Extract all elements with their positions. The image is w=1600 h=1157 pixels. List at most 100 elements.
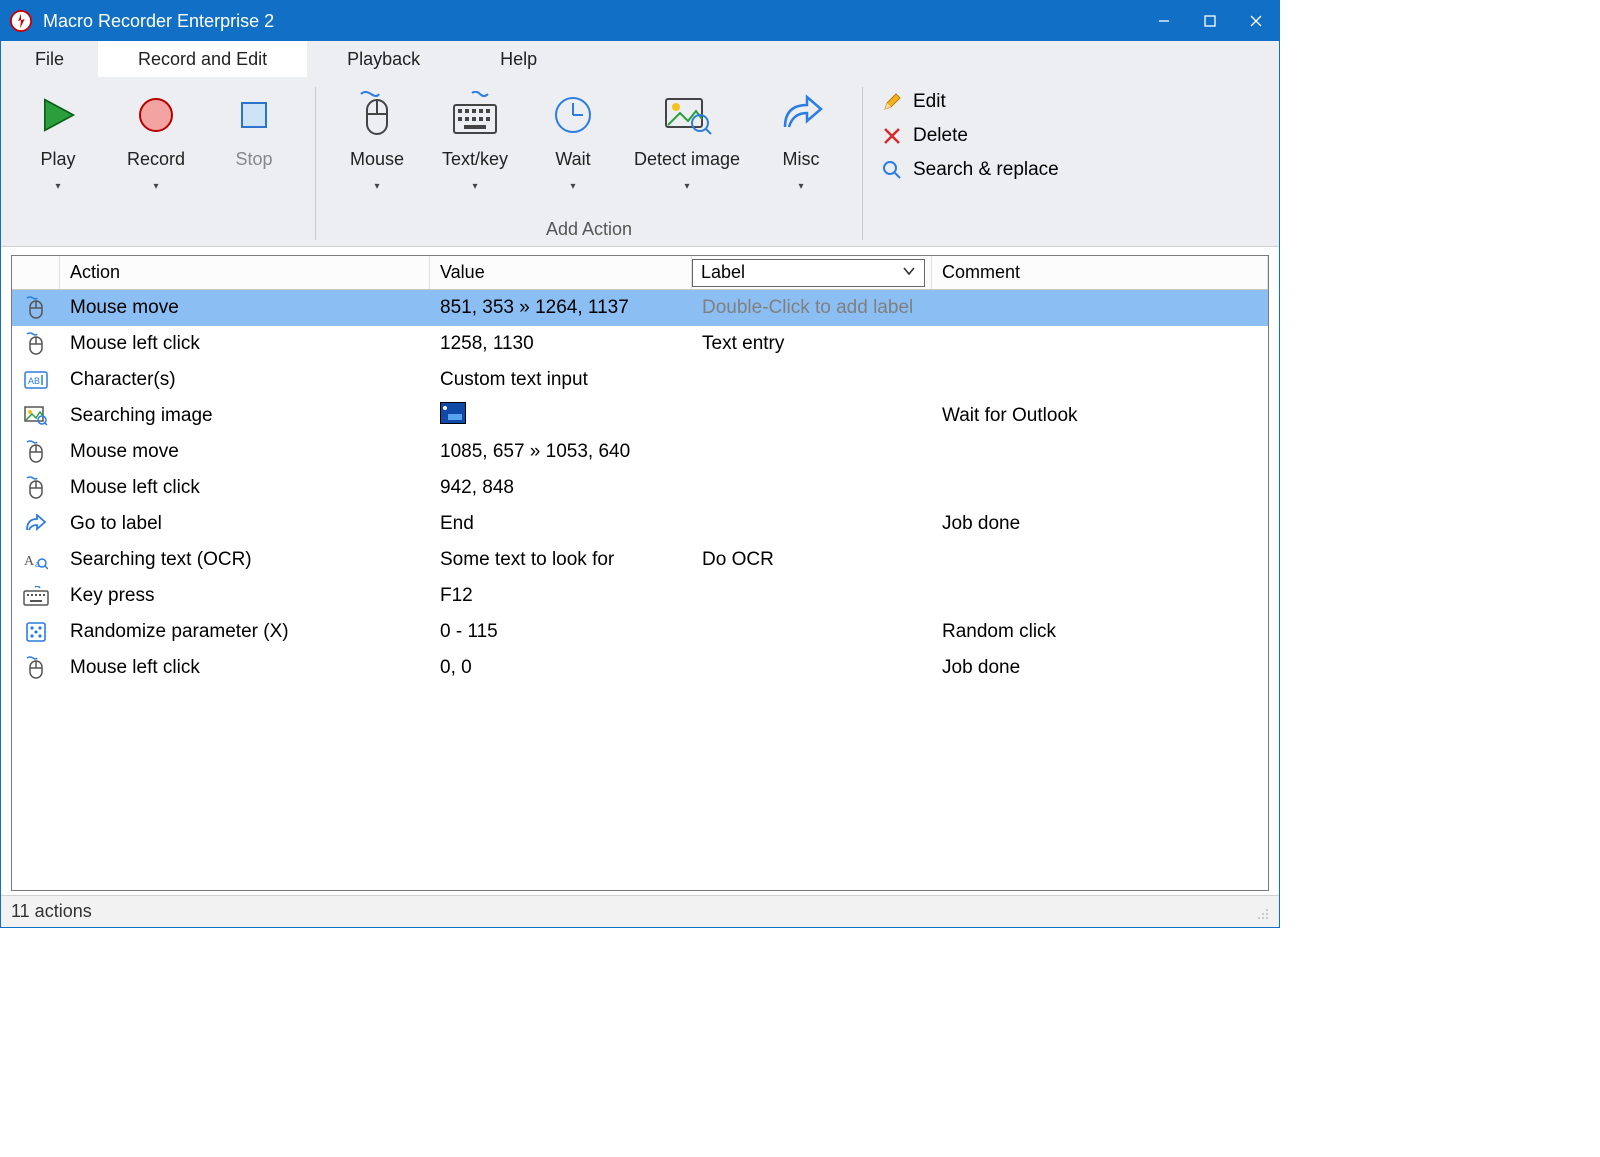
cell-value: F12 — [430, 585, 692, 607]
delete-action[interactable]: Delete — [881, 125, 1059, 147]
record-button[interactable]: Record ▾ — [107, 87, 205, 192]
cell-action: Mouse move — [60, 297, 430, 319]
cell-label[interactable]: Text entry — [692, 333, 932, 355]
column-comment[interactable]: Comment — [932, 256, 1268, 289]
cell-comment: Random click — [932, 621, 1268, 643]
record-icon — [134, 87, 178, 143]
titlebar: Macro Recorder Enterprise 2 — [1, 1, 1279, 41]
cell-comment: Job done — [932, 657, 1268, 679]
resize-grip-icon[interactable] — [1253, 904, 1269, 920]
separator — [315, 87, 316, 240]
chevron-down-icon: ▾ — [798, 181, 803, 192]
column-label[interactable]: Label — [692, 256, 932, 289]
pencil-icon — [881, 91, 903, 113]
menu-file[interactable]: File — [1, 41, 98, 77]
image-search-icon — [662, 87, 712, 143]
chevron-down-icon: ▾ — [55, 181, 60, 192]
ribbon-group-edit: Edit Delete Search & replace — [875, 81, 1271, 246]
search-replace-action[interactable]: Search & replace — [881, 159, 1059, 181]
label-dropdown[interactable]: Label — [692, 259, 925, 287]
stop-icon — [232, 87, 276, 143]
grid-header: Action Value Label Comment — [12, 256, 1268, 290]
cell-action: Character(s) — [60, 369, 430, 391]
grid-body: Mouse move851, 353 » 1264, 1137Double-Cl… — [12, 290, 1268, 890]
delete-icon — [881, 125, 903, 147]
cell-label[interactable]: Do OCR — [692, 549, 932, 571]
ribbon-group-add-action: Mouse ▾ Text/key ▾ Wait ▾ Detect image ▾ — [328, 81, 850, 246]
cell-value: 851, 353 » 1264, 1137 — [430, 297, 692, 319]
menu-help[interactable]: Help — [460, 41, 577, 77]
mouse-icon — [12, 656, 60, 680]
table-row[interactable]: Mouse left click942, 848 — [12, 470, 1268, 506]
table-row[interactable]: Go to labelEndJob done — [12, 506, 1268, 542]
cell-comment: Job done — [932, 513, 1268, 535]
menu-playback[interactable]: Playback — [307, 41, 460, 77]
random-icon — [12, 621, 60, 643]
svg-text:A: A — [24, 554, 35, 569]
cell-value: Custom text input — [430, 369, 692, 391]
ocr-icon: Aa — [12, 550, 60, 570]
outlook-thumbnail-icon — [440, 402, 466, 424]
column-icon[interactable] — [12, 256, 60, 289]
column-value[interactable]: Value — [430, 256, 692, 289]
cell-action: Go to label — [60, 513, 430, 535]
menubar: File Record and Edit Playback Help — [1, 41, 1279, 77]
table-row[interactable]: Mouse left click0, 0 Job done — [12, 650, 1268, 686]
cell-value — [430, 402, 692, 430]
table-row[interactable]: Mouse left click1258, 1130Text entry — [12, 326, 1268, 362]
ribbon: Play ▾ Record ▾ Stop ▾ — [1, 77, 1279, 247]
action-grid-container: Action Value Label Comment Mouse move851… — [1, 247, 1279, 895]
cell-value: 942, 848 — [430, 477, 692, 499]
chevron-down-icon: ▾ — [374, 181, 379, 192]
minimize-button[interactable] — [1141, 1, 1187, 41]
stop-button[interactable]: Stop ▾ — [205, 87, 303, 192]
app-icon — [9, 9, 33, 33]
cell-value: 0, 0 — [430, 657, 692, 679]
column-action[interactable]: Action — [60, 256, 430, 289]
table-row[interactable]: ABCharacter(s)Custom text input — [12, 362, 1268, 398]
table-row[interactable]: Mouse move1085, 657 » 1053, 640 — [12, 434, 1268, 470]
table-row[interactable]: AaSearching text (OCR)Some text to look … — [12, 542, 1268, 578]
cell-action: Mouse left click — [60, 657, 430, 679]
goto-icon — [12, 514, 60, 534]
ribbon-group-playback: Play ▾ Record ▾ Stop ▾ — [9, 81, 303, 246]
misc-button[interactable]: Misc ▾ — [752, 87, 850, 192]
window-title: Macro Recorder Enterprise 2 — [43, 11, 1141, 32]
chevron-down-icon — [902, 262, 916, 283]
mouse-icon — [12, 332, 60, 356]
mouse-icon — [12, 440, 60, 464]
cell-value: 0 - 115 — [430, 621, 692, 643]
play-icon — [36, 87, 80, 143]
keyboard-icon — [12, 586, 60, 606]
table-row[interactable]: Searching imageWait for Outlook — [12, 398, 1268, 434]
chevron-down-icon: ▾ — [684, 181, 689, 192]
maximize-button[interactable] — [1187, 1, 1233, 41]
chars-icon: AB — [12, 371, 60, 389]
clock-icon — [551, 87, 595, 143]
play-button[interactable]: Play ▾ — [9, 87, 107, 192]
edit-action[interactable]: Edit — [881, 91, 1059, 113]
search-icon — [881, 159, 903, 181]
wait-button[interactable]: Wait ▾ — [524, 87, 622, 192]
table-row[interactable]: Key pressF12 — [12, 578, 1268, 614]
cell-label[interactable]: Double-Click to add label — [692, 297, 932, 319]
cell-action: Mouse left click — [60, 477, 430, 499]
menu-record-edit[interactable]: Record and Edit — [98, 41, 307, 77]
cell-action: Mouse left click — [60, 333, 430, 355]
cell-action: Randomize parameter (X) — [60, 621, 430, 643]
chevron-down-icon: ▾ — [153, 181, 158, 192]
cell-comment: Wait for Outlook — [932, 405, 1268, 427]
mouse-icon — [355, 87, 399, 143]
table-row[interactable]: Randomize parameter (X)0 - 115 Random cli… — [12, 614, 1268, 650]
status-text: 11 actions — [11, 901, 92, 922]
mouse-button[interactable]: Mouse ▾ — [328, 87, 426, 192]
statusbar: 11 actions — [1, 895, 1279, 927]
cell-action: Mouse move — [60, 441, 430, 463]
cell-action: Key press — [60, 585, 430, 607]
table-row[interactable]: Mouse move851, 353 » 1264, 1137Double-Cl… — [12, 290, 1268, 326]
detect-image-button[interactable]: Detect image ▾ — [622, 87, 752, 192]
arrow-redo-icon — [777, 87, 825, 143]
close-button[interactable] — [1233, 1, 1279, 41]
image-icon — [12, 406, 60, 426]
text-key-button[interactable]: Text/key ▾ — [426, 87, 524, 192]
